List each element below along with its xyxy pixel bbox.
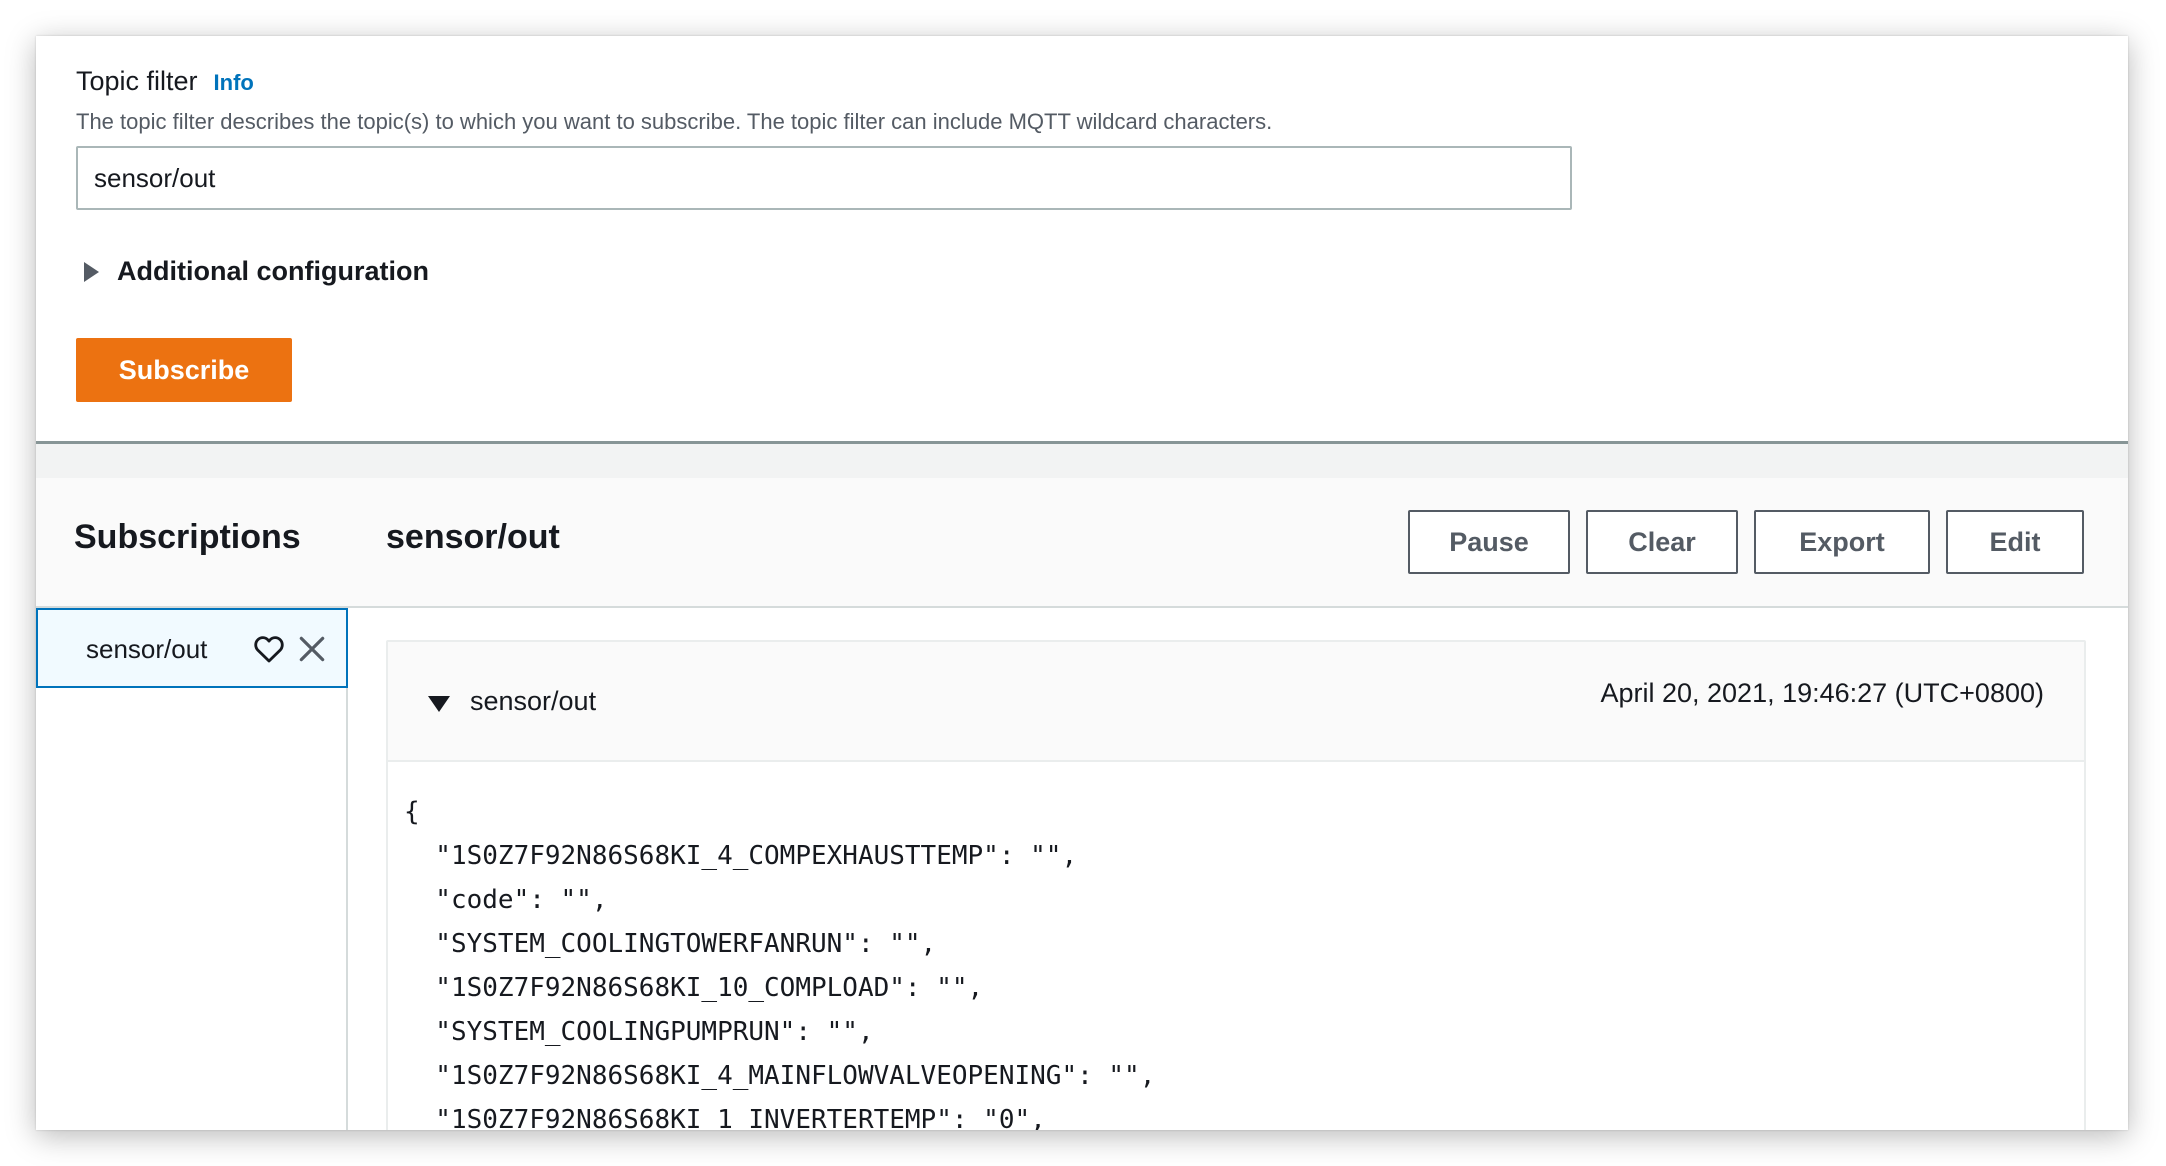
topic-filter-input[interactable] bbox=[76, 146, 1572, 210]
app-window: Topic filter Info The topic filter descr… bbox=[36, 36, 2128, 1130]
clear-button[interactable]: Clear bbox=[1586, 510, 1738, 574]
payload-line: "1S0Z7F92N86S68KI_10_COMPLOAD": "", bbox=[404, 973, 984, 1003]
caret-right-icon bbox=[84, 261, 99, 282]
subscription-item-label: sensor/out bbox=[86, 634, 208, 664]
payload-line: "1S0Z7F92N86S68KI_4_COMPEXHAUSTTEMP": ""… bbox=[404, 841, 1078, 871]
message-payload: { "1S0Z7F92N86S68KI_4_COMPEXHAUSTTEMP": … bbox=[404, 790, 1155, 1130]
subscriptions-header: Subscriptions bbox=[36, 478, 348, 608]
subscribe-form-panel: Topic filter Info The topic filter descr… bbox=[36, 36, 2128, 444]
payload-line: { bbox=[404, 797, 420, 827]
subscribe-button[interactable]: Subscribe bbox=[76, 338, 292, 402]
pause-button[interactable]: Pause bbox=[1408, 510, 1570, 574]
message-card-header[interactable]: sensor/out April 20, 2021, 19:46:27 (UTC… bbox=[388, 642, 2084, 762]
caret-down-icon[interactable] bbox=[428, 696, 450, 712]
payload-line: "1S0Z7F92N86S68KI_4_MAINFLOWVALVEOPENING… bbox=[404, 1061, 1156, 1091]
messages-panel: sensor/out Pause Clear Export Edit senso… bbox=[348, 478, 2128, 1130]
heart-icon[interactable] bbox=[252, 632, 286, 666]
topic-filter-label: Topic filter bbox=[76, 66, 198, 96]
info-link[interactable]: Info bbox=[214, 70, 254, 96]
message-card: sensor/out April 20, 2021, 19:46:27 (UTC… bbox=[386, 640, 2086, 1130]
close-icon[interactable] bbox=[296, 633, 328, 665]
subscription-item[interactable]: sensor/out bbox=[36, 608, 348, 688]
edit-button[interactable]: Edit bbox=[1946, 510, 2084, 574]
payload-line: "1S0Z7F92N86S68KI_1_INVERTERTEMP": "0", bbox=[404, 1105, 1046, 1130]
additional-configuration-toggle[interactable]: Additional configuration bbox=[84, 256, 429, 287]
payload-line: "SYSTEM_COOLINGPUMPRUN": "", bbox=[404, 1017, 874, 1047]
topic-filter-label-row: Topic filter Info bbox=[76, 66, 254, 97]
export-button[interactable]: Export bbox=[1754, 510, 1930, 574]
message-timestamp: April 20, 2021, 19:46:27 (UTC+0800) bbox=[1600, 678, 2044, 708]
subscriptions-panel: Subscriptions sensor/out bbox=[36, 478, 348, 1130]
subscriptions-title: Subscriptions bbox=[74, 518, 301, 556]
message-topic: sensor/out bbox=[470, 686, 597, 716]
payload-line: "code": "", bbox=[404, 885, 608, 915]
subscription-title: sensor/out bbox=[386, 518, 560, 556]
messages-header: sensor/out Pause Clear Export Edit bbox=[348, 478, 2128, 608]
additional-configuration-label: Additional configuration bbox=[117, 256, 429, 286]
topic-filter-description: The topic filter describes the topic(s) … bbox=[76, 109, 1273, 134]
payload-line: "SYSTEM_COOLINGTOWERFANRUN": "", bbox=[404, 929, 937, 959]
